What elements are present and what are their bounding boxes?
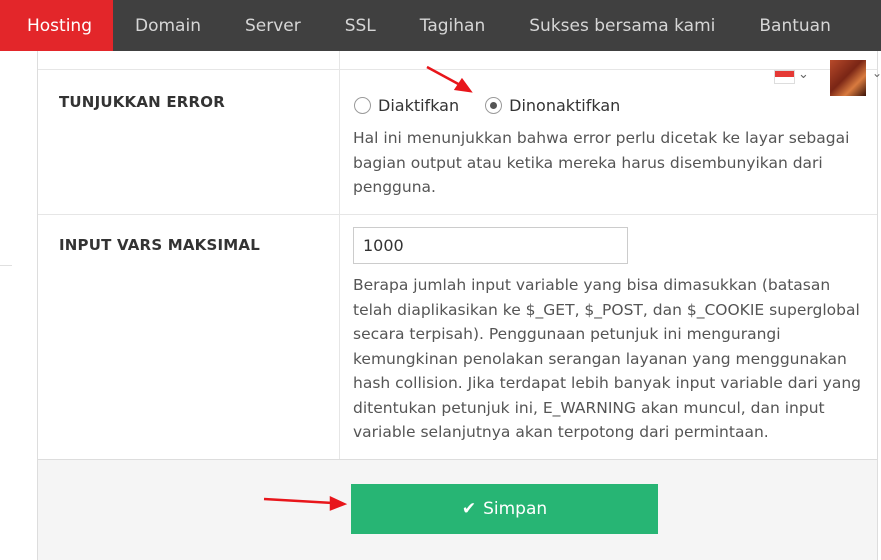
php-settings-panel: TUNJUKKAN ERROR Diaktifkan Dinonaktifkan… [37, 51, 878, 560]
nav-item-label: Domain [135, 15, 201, 36]
avatar[interactable] [830, 60, 866, 96]
form-footer: ✔ Simpan [38, 460, 877, 560]
nav-item-tagihan[interactable]: Tagihan [398, 0, 507, 51]
radio-option-enabled[interactable]: Diaktifkan [354, 96, 459, 115]
nav-item-ssl[interactable]: SSL [323, 0, 398, 51]
divider [0, 265, 12, 266]
radio-label: Dinonaktifkan [509, 96, 621, 115]
radio-label: Diaktifkan [378, 96, 460, 115]
nav-item-label: Sukses bersama kami [529, 15, 716, 36]
check-icon: ✔ [461, 499, 477, 519]
setting-label: INPUT VARS MAKSIMAL [59, 236, 260, 254]
max-input-vars-input[interactable] [353, 227, 628, 264]
nav-item-label: Server [244, 15, 301, 36]
setting-help-text: Berapa jumlah input variable yang bisa d… [353, 276, 862, 441]
radio-button-disabled[interactable] [485, 97, 503, 114]
column-divider [339, 70, 340, 214]
save-button-label: Simpan [483, 499, 548, 519]
setting-help-text: Hal ini menunjukkan bahwa error perlu di… [353, 129, 850, 196]
top-navigation: Hosting Domain Server SSL Tagihan Sukses… [0, 0, 881, 51]
column-divider [339, 51, 340, 69]
setting-row-show-errors: TUNJUKKAN ERROR Diaktifkan Dinonaktifkan… [38, 70, 877, 215]
nav-item-server[interactable]: Server [223, 0, 323, 51]
column-divider [339, 215, 340, 459]
radio-button-enabled[interactable] [354, 97, 371, 114]
save-button[interactable]: ✔ Simpan [351, 484, 658, 534]
indonesia-flag-icon[interactable] [774, 70, 795, 84]
nav-item-label: Hosting [27, 15, 92, 36]
previous-setting-row [38, 51, 877, 70]
nav-item-label: Bantuan [759, 15, 831, 36]
radio-option-disabled[interactable]: Dinonaktifkan [485, 96, 620, 115]
nav-item-sukses-bersama-kami[interactable]: Sukses bersama kami [507, 0, 737, 51]
nav-item-label: Tagihan [419, 15, 486, 36]
setting-label: TUNJUKKAN ERROR [59, 93, 226, 111]
chevron-down-icon[interactable]: ⌄ [798, 67, 809, 82]
show-errors-radio-group: Diaktifkan Dinonaktifkan [354, 96, 646, 115]
chevron-down-icon[interactable]: ⌄ [872, 66, 881, 80]
page: Hosting Domain Server SSL Tagihan Sukses… [0, 0, 881, 560]
nav-item-bantuan[interactable]: Bantuan [737, 0, 853, 51]
nav-item-hosting[interactable]: Hosting [0, 0, 113, 51]
nav-item-label: SSL [344, 15, 376, 36]
nav-item-domain[interactable]: Domain [113, 0, 223, 51]
setting-row-max-input-vars: INPUT VARS MAKSIMAL Berapa jumlah input … [38, 215, 877, 460]
